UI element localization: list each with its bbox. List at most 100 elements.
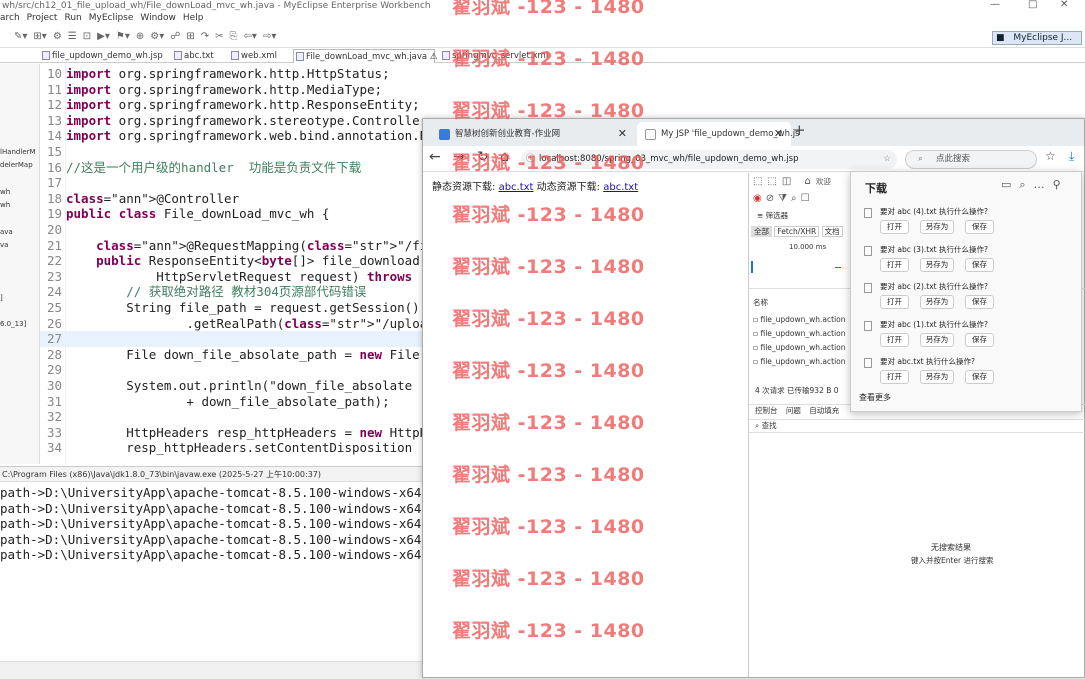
save-button[interactable]: 保存: [965, 332, 994, 347]
autofill-tab[interactable]: 自动填充: [809, 406, 839, 415]
code-line[interactable]: 25 String file_path = request.getSession…: [40, 300, 425, 316]
toolbar-button[interactable]: ⎘: [230, 31, 238, 42]
toolbar-button[interactable]: ⊕: [136, 31, 144, 42]
reload-icon[interactable]: ↻: [477, 149, 489, 165]
code-line[interactable]: 29: [40, 362, 425, 378]
code-line[interactable]: 22 public ResponseEntity<byte[]> file_do…: [40, 253, 425, 269]
open-button[interactable]: 打开: [880, 220, 909, 234]
toolbar-button[interactable]: ⇨▾: [263, 31, 276, 42]
outline-item[interactable]: lHandlerM: [0, 148, 36, 156]
code-line[interactable]: 26 .getRealPath(class="str">"/upload/");: [40, 316, 425, 332]
toolbar-button[interactable]: ⊡: [83, 31, 91, 42]
menu-project[interactable]: Project: [27, 13, 58, 27]
site-info-icon[interactable]: ⓘ: [526, 150, 535, 169]
code-line[interactable]: 17: [40, 175, 425, 191]
code-line[interactable]: 27: [40, 331, 425, 347]
new-tab-button[interactable]: +: [793, 121, 806, 139]
code-line[interactable]: 18 class="ann">@Controller: [40, 191, 425, 207]
open-button[interactable]: 打开: [880, 295, 909, 309]
menu-search[interactable]: arch: [0, 13, 20, 27]
code-line[interactable]: 16//这是一个用户级的handler 功能是负责文件下载: [40, 160, 425, 176]
outline-item[interactable]: wh: [0, 201, 10, 209]
save-as-button[interactable]: 另存为: [920, 220, 954, 234]
toolbar-button[interactable]: ⊞▾: [33, 31, 46, 42]
code-line[interactable]: 20: [40, 222, 425, 238]
code-editor[interactable]: 10 import org.springframework.http.HttpSt…: [40, 64, 425, 464]
record-icon[interactable]: ◉: [753, 193, 766, 204]
open-folder-icon[interactable]: ▭: [1001, 178, 1019, 191]
save-button[interactable]: 保存: [965, 295, 994, 309]
minimize-button[interactable]: —: [990, 0, 1000, 11]
code-line[interactable]: 32: [40, 409, 425, 425]
save-button[interactable]: 保存: [965, 370, 994, 384]
menu-help[interactable]: Help: [183, 13, 204, 27]
filter-field[interactable]: ≡ 筛选器: [757, 210, 788, 221]
code-line[interactable]: 24 // 获取绝对路径 教材304页源部代码错误: [40, 284, 425, 300]
home-icon[interactable]: ⌂: [500, 149, 509, 165]
request-row[interactable]: ▫ file_updown_wh.action: [753, 329, 846, 338]
welcome-tab[interactable]: 欢迎: [816, 177, 831, 186]
open-button[interactable]: 打开: [880, 332, 909, 347]
issues-tab[interactable]: 问题: [786, 406, 801, 415]
code-line[interactable]: 10 import org.springframework.http.HttpSt…: [40, 66, 425, 82]
save-as-button[interactable]: 另存为: [920, 295, 954, 309]
tab-file-download-java[interactable]: File_downLoad_mvc_wh.java ⚠: [293, 49, 437, 63]
toolbar-button[interactable]: ⚙▾: [150, 31, 164, 42]
pin-icon[interactable]: ⚲: [1053, 178, 1069, 191]
devtools-toolbar-icons[interactable]: ⬚⬚◫ ⌂欢迎: [753, 176, 831, 187]
outline-item[interactable]: wh: [0, 188, 10, 196]
perspective-myeclipse-button[interactable]: ■ MyEclipse J...: [992, 31, 1083, 45]
save-as-button[interactable]: 另存为: [920, 257, 954, 272]
filter-doc-tab[interactable]: 文档: [821, 226, 843, 237]
close-tab-icon[interactable]: ✕: [618, 122, 627, 146]
tab-springmvc-servlet-xml[interactable]: springmvc_servlet.xml: [440, 49, 552, 63]
code-line[interactable]: 31 + down_file_absolate_path);: [40, 394, 425, 410]
save-as-button[interactable]: 另存为: [920, 332, 954, 347]
back-icon[interactable]: ←: [429, 149, 441, 165]
code-line[interactable]: 34 resp_httpHeaders.setContentDispositio…: [40, 440, 425, 456]
open-button[interactable]: 打开: [880, 370, 909, 384]
downloads-toolbar[interactable]: ▭⌕…⚲: [1001, 178, 1069, 192]
browser-tab-zhihuishu[interactable]: 智慧树创新创业教育-作业网 ✕: [431, 122, 635, 146]
browser-tab-jsp-page[interactable]: My JSP 'file_updown_demo_wh.js ✕: [637, 122, 799, 146]
menu-window[interactable]: Window: [140, 13, 176, 27]
close-window-button[interactable]: ✕: [1060, 0, 1068, 11]
toolbar-button[interactable]: ☰: [68, 31, 77, 42]
forward-icon[interactable]: →: [453, 149, 465, 165]
console-tab[interactable]: 控制台: [755, 406, 778, 415]
toolbar-button[interactable]: ↷: [201, 31, 209, 42]
toolbar-button[interactable]: ✂: [215, 31, 223, 42]
open-button[interactable]: 打开: [880, 257, 909, 272]
toolbar-icons[interactable]: ✎▾ ⊞▾ ⚙ ☰ ⊡ ▶▾ ⚑▾ ⊕ ⚙▾ ☍ ⊞ ↷ ✂ ⎘ ⇦▾ ⇨▾: [14, 31, 282, 42]
static-download-link[interactable]: abc.txt: [499, 182, 534, 193]
code-line[interactable]: 19 public class File_downLoad_mvc_wh {: [40, 206, 425, 222]
request-row[interactable]: ▫ file_updown_wh.action: [753, 357, 846, 366]
console-view[interactable]: C:\Program Files (x86)\Java\jdk1.8.0_73\…: [0, 466, 425, 679]
code-line[interactable]: 33 HttpHeaders resp_httpHeaders = new Ht…: [40, 425, 425, 441]
save-as-button[interactable]: 另存为: [920, 370, 954, 384]
toolbar-button[interactable]: ⊞: [186, 31, 194, 42]
close-tab-icon[interactable]: ✕: [774, 122, 783, 146]
find-input[interactable]: ⌕ 查找: [749, 419, 1085, 433]
outline-item[interactable]: va: [0, 241, 8, 249]
outline-item[interactable]: delerMap: [0, 161, 33, 169]
toolbar-button[interactable]: ▶▾: [97, 31, 110, 42]
toolbar-button[interactable]: ⇦▾: [244, 31, 257, 42]
tab-abc-txt[interactable]: abc.txt: [172, 49, 224, 63]
code-line[interactable]: 28 File down_file_absolate_path = new Fi…: [40, 347, 425, 363]
code-line[interactable]: 30 System.out.println("down_file_absolat…: [40, 378, 425, 394]
downloads-icon[interactable]: ⤓: [1069, 149, 1074, 164]
tab-web-xml[interactable]: web.xml: [229, 49, 291, 63]
see-more-link[interactable]: 查看更多: [859, 392, 891, 403]
code-line[interactable]: 12 import org.springframework.http.Respon…: [40, 97, 425, 113]
favorite-star-icon[interactable]: ☆: [883, 150, 891, 169]
request-row[interactable]: ▫ file_updown_wh.action: [753, 315, 846, 324]
code-line[interactable]: 23 HttpServletRequest request) throws: [40, 269, 425, 285]
search-input[interactable]: ⌕ 点此搜索: [905, 150, 1037, 169]
name-column-header[interactable]: 名称: [753, 297, 768, 308]
toolbar-button[interactable]: ☍: [170, 31, 180, 42]
dynamic-download-link[interactable]: abc.txt: [603, 182, 638, 193]
network-toolbar[interactable]: ◉⊘⧩⌕☐: [753, 193, 814, 204]
code-line[interactable]: 15: [40, 144, 425, 160]
more-options-icon[interactable]: …: [1034, 178, 1053, 191]
